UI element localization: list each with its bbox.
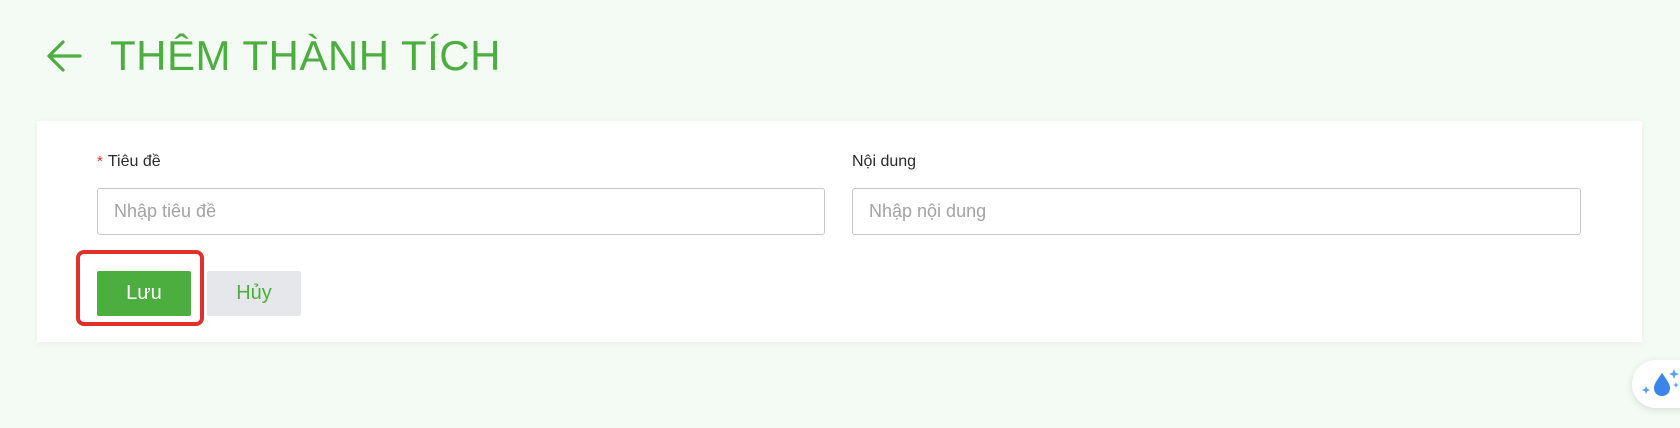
content-field-group: Nội dung	[852, 151, 1581, 235]
content-field-label: Nội dung	[852, 151, 1581, 173]
title-input[interactable]	[97, 188, 825, 235]
page: THÊM THÀNH TÍCH * Tiêu đề Nội dung Lưu H…	[0, 0, 1680, 428]
title-label-text: Tiêu đề	[107, 153, 161, 170]
save-button[interactable]: Lưu	[97, 271, 191, 316]
floating-assistant-button[interactable]	[1632, 360, 1680, 408]
form-actions: Lưu Hủy	[97, 271, 301, 316]
title-field-label: * Tiêu đề	[97, 151, 825, 173]
water-drop-sparkle-icon	[1642, 369, 1679, 396]
content-input[interactable]	[852, 188, 1581, 235]
back-button[interactable]	[42, 34, 86, 78]
title-field-group: * Tiêu đề	[97, 151, 825, 235]
form-card: * Tiêu đề Nội dung Lưu Hủy	[37, 121, 1642, 342]
page-header: THÊM THÀNH TÍCH	[42, 34, 501, 78]
cancel-button[interactable]: Hủy	[207, 271, 301, 316]
page-title: THÊM THÀNH TÍCH	[110, 32, 501, 79]
content-label-text: Nội dung	[852, 153, 917, 170]
arrow-left-icon	[47, 40, 82, 72]
required-mark: *	[97, 153, 103, 170]
